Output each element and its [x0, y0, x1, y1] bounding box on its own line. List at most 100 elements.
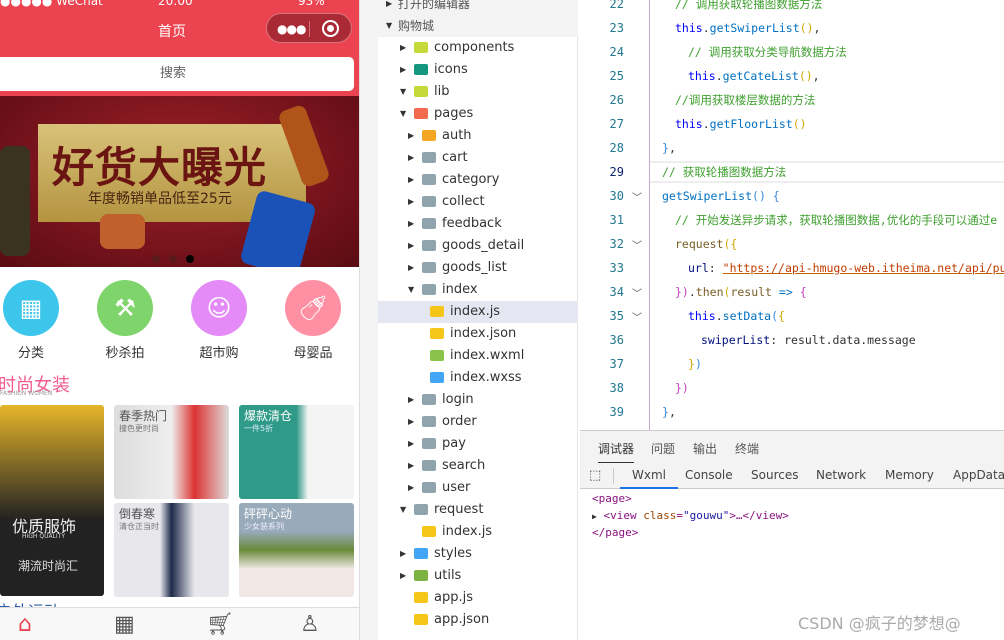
fold-chevron-icon[interactable]: ﹀: [632, 189, 642, 204]
tree-item[interactable]: ▶ utils: [378, 565, 578, 587]
tree-item[interactable]: ▶ cart: [378, 147, 578, 169]
category-item[interactable]: 🍼︎ 母婴品: [273, 280, 353, 361]
tree-item[interactable]: app.js: [378, 587, 578, 609]
fold-chevron-icon[interactable]: ﹀: [632, 237, 642, 252]
file-icon: [422, 526, 436, 537]
chevron-right-icon[interactable]: ▶: [408, 125, 414, 147]
capsule-menu[interactable]: ●●●: [266, 13, 352, 43]
chevron-right-icon[interactable]: ▶: [400, 543, 406, 565]
chevron-right-icon[interactable]: ▶: [408, 411, 414, 433]
tree-item[interactable]: index.wxml: [378, 345, 578, 367]
devtools-tab-console[interactable]: Console: [685, 468, 733, 482]
tree-item[interactable]: index.json: [378, 323, 578, 345]
splitter[interactable]: [360, 0, 378, 640]
floor-item[interactable]: 春季热门 撞色更时尚: [114, 405, 229, 499]
category-item[interactable]: ▦ 分类: [0, 280, 71, 361]
tree-section[interactable]: ▼ 购物城: [378, 15, 578, 37]
devtools-tab-appdata[interactable]: AppData: [953, 468, 1004, 482]
folder-icon: [414, 86, 428, 97]
inspect-icon[interactable]: ⬚: [589, 468, 601, 483]
floor-item[interactable]: 爆款清仓 一件5折: [239, 405, 354, 499]
tree-item-label: index.json: [450, 326, 517, 341]
tree-item[interactable]: ▼ lib: [378, 81, 578, 103]
chevron-right-icon[interactable]: ▶: [408, 147, 414, 169]
tree-item[interactable]: ▶ styles: [378, 543, 578, 565]
swiper-banner[interactable]: 好货大曝光 年度畅销单品低至25元: [0, 96, 359, 267]
tree-section[interactable]: ▶ 打开的编辑器: [378, 0, 578, 15]
chevron-right-icon[interactable]: ▶: [386, 0, 392, 15]
tree-item[interactable]: app.json: [378, 609, 578, 631]
chevron-right-icon[interactable]: ▶: [400, 565, 406, 587]
tree-item[interactable]: ▶ search: [378, 455, 578, 477]
chevron-right-icon[interactable]: ▶: [408, 235, 414, 257]
category-item[interactable]: ☺ 超市购: [179, 280, 259, 361]
tree-item[interactable]: ▶ category: [378, 169, 578, 191]
floor-item[interactable]: 砰砰心动 少女装系列: [239, 503, 354, 597]
chevron-right-icon[interactable]: ▶: [408, 389, 414, 411]
fold-chevron-icon[interactable]: ﹀: [632, 309, 642, 324]
cart-icon[interactable]: 🛒︎: [206, 612, 234, 637]
tree-item[interactable]: ▶ icons: [378, 59, 578, 81]
panel-tab[interactable]: 问题: [651, 440, 675, 457]
user-icon[interactable]: ♙: [300, 612, 320, 637]
tree-item[interactable]: ▶ goods_list: [378, 257, 578, 279]
chevron-right-icon[interactable]: ▶: [408, 169, 414, 191]
panel-tab[interactable]: 调试器: [598, 440, 635, 464]
dot[interactable]: [152, 255, 160, 263]
chevron-down-icon[interactable]: ▼: [386, 15, 392, 37]
tree-item[interactable]: ▶ goods_detail: [378, 235, 578, 257]
chevron-right-icon[interactable]: ▶: [408, 455, 414, 477]
tree-item[interactable]: ▼ pages: [378, 103, 578, 125]
chevron-right-icon[interactable]: ▶: [408, 433, 414, 455]
more-icon[interactable]: ●●●: [277, 22, 306, 36]
chevron-right-icon[interactable]: ▶: [400, 59, 406, 81]
tree-item[interactable]: index.wxss: [378, 367, 578, 389]
devtools-tab-network[interactable]: Network: [816, 468, 866, 482]
chevron-down-icon[interactable]: ▼: [400, 499, 406, 521]
code-token: getSwiperList: [709, 21, 800, 35]
floor-item[interactable]: 优质服饰 HIGH QUALITY 潮流时尚汇: [0, 405, 104, 596]
chevron-right-icon[interactable]: ▶: [408, 191, 414, 213]
devtools-tab-sources[interactable]: Sources: [751, 468, 798, 482]
tree-item[interactable]: ▼ request: [378, 499, 578, 521]
wxml-view-node[interactable]: ▶ <view class="gouwu">…</view>: [592, 509, 789, 522]
tree-item[interactable]: ▶ components: [378, 37, 578, 59]
folder-icon: [414, 504, 428, 515]
chevron-down-icon[interactable]: ▼: [400, 81, 406, 103]
code-editor[interactable]: 22// 调用获取轮播图数据方法 23 this.getSwiperList(), 2…: [580, 0, 1004, 430]
chevron-right-icon[interactable]: ▶: [408, 477, 414, 499]
home-icon[interactable]: ⌂: [18, 612, 32, 637]
tree-item[interactable]: ▶ pay: [378, 433, 578, 455]
category-icon[interactable]: ▦: [114, 612, 135, 637]
tree-item[interactable]: ▶ collect: [378, 191, 578, 213]
tree-item[interactable]: ▼ index: [378, 279, 578, 301]
tree-item[interactable]: ▶ feedback: [378, 213, 578, 235]
dot[interactable]: [169, 255, 177, 263]
search-input[interactable]: 搜索: [0, 57, 354, 91]
tree-item[interactable]: ▶ user: [378, 477, 578, 499]
panel-tab[interactable]: 输出: [693, 440, 717, 457]
chevron-right-icon[interactable]: ▶: [408, 213, 414, 235]
panel-tab[interactable]: 终端: [735, 440, 759, 457]
floor-item[interactable]: 倒春寒 清仓正当时: [114, 503, 229, 597]
category-item[interactable]: ⚒ 秒杀拍: [85, 280, 165, 361]
chevron-down-icon[interactable]: ▼: [408, 279, 414, 301]
expand-arrow-icon[interactable]: ▶: [592, 512, 597, 521]
tree-item[interactable]: ▶ login: [378, 389, 578, 411]
chevron-right-icon[interactable]: ▶: [408, 257, 414, 279]
tree-item[interactable]: ▶ auth: [378, 125, 578, 147]
tree-item[interactable]: index.js: [378, 521, 578, 543]
devtools-tab-wxml[interactable]: Wxml: [620, 468, 678, 489]
chevron-right-icon[interactable]: ▶: [400, 37, 406, 59]
dot-active[interactable]: [186, 255, 194, 263]
fold-chevron-icon[interactable]: ﹀: [632, 285, 642, 300]
tree-item-label: styles: [434, 546, 472, 561]
tree-item[interactable]: ▶ order: [378, 411, 578, 433]
wxml-page-open[interactable]: <page>: [592, 492, 632, 505]
tree-item[interactable]: index.js: [378, 301, 578, 323]
devtools-tab-memory[interactable]: Memory: [885, 468, 934, 482]
wxml-page-close[interactable]: </page>: [592, 526, 638, 539]
chevron-down-icon[interactable]: ▼: [400, 103, 406, 125]
close-target-icon[interactable]: [322, 20, 339, 37]
